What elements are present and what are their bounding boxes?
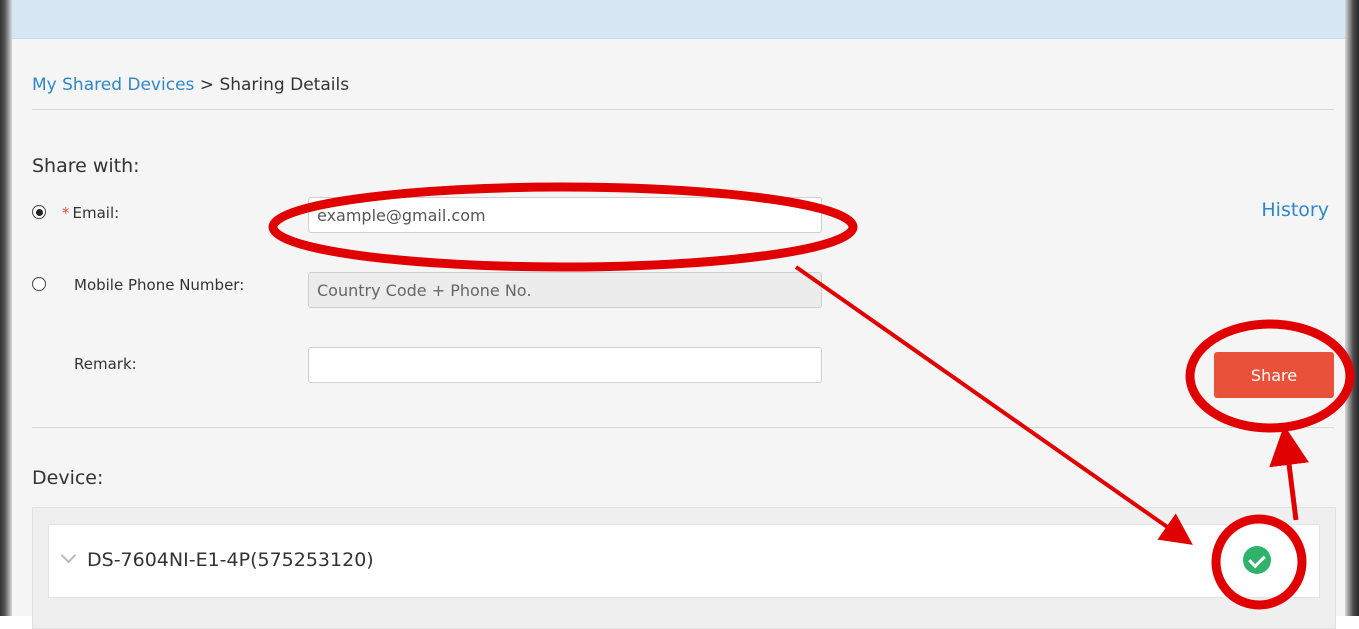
chevron-down-icon[interactable] bbox=[60, 547, 77, 564]
window-shadow-right bbox=[1345, 0, 1359, 616]
breadcrumb-link-my-shared-devices[interactable]: My Shared Devices bbox=[32, 75, 194, 95]
check-circle-icon[interactable] bbox=[1243, 546, 1271, 574]
device-list-panel: DS-7604NI-E1-4P(575253120) bbox=[32, 507, 1336, 629]
history-link[interactable]: History bbox=[1261, 199, 1329, 221]
device-title: Device: bbox=[32, 467, 104, 489]
top-bar bbox=[12, 0, 1345, 39]
phone-label: Mobile Phone Number: bbox=[74, 276, 245, 294]
phone-input[interactable] bbox=[308, 272, 822, 308]
share-button[interactable]: Share bbox=[1214, 352, 1334, 398]
breadcrumb: My Shared Devices > Sharing Details bbox=[32, 75, 349, 95]
phone-radio[interactable] bbox=[32, 277, 46, 291]
divider-middle bbox=[32, 427, 1334, 428]
email-radio[interactable] bbox=[32, 205, 46, 219]
share-with-title: Share with: bbox=[32, 155, 140, 177]
screenshot-frame: My Shared Devices > Sharing Details Shar… bbox=[0, 0, 1359, 629]
device-row[interactable]: DS-7604NI-E1-4P(575253120) bbox=[48, 524, 1320, 598]
email-label: * Email: bbox=[62, 204, 120, 222]
required-mark: * bbox=[62, 204, 70, 222]
device-name: DS-7604NI-E1-4P(575253120) bbox=[87, 549, 374, 571]
sharing-details-page: My Shared Devices > Sharing Details Shar… bbox=[12, 39, 1345, 629]
window-shadow-left bbox=[0, 0, 12, 616]
breadcrumb-separator: > bbox=[194, 75, 220, 95]
remark-label: Remark: bbox=[74, 355, 137, 373]
email-input[interactable] bbox=[308, 197, 822, 233]
divider-top bbox=[32, 109, 1334, 110]
breadcrumb-current: Sharing Details bbox=[219, 75, 350, 95]
remark-input[interactable] bbox=[308, 347, 822, 383]
